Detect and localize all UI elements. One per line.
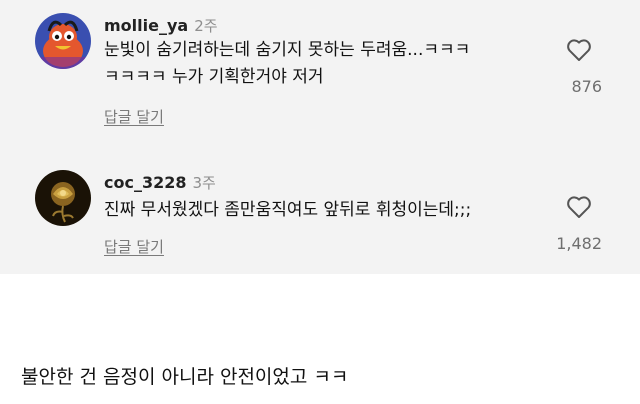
reply-button[interactable]: 답글 달기 — [104, 106, 164, 127]
golden-rose-avatar-icon — [35, 170, 91, 226]
comment-username[interactable]: coc_3228 3주 — [104, 172, 216, 193]
comment-timestamp: 2주 — [194, 17, 218, 35]
caption-text: 불안한 건 음정이 아니라 안전이었고 ㅋㅋ — [21, 366, 349, 388]
username-text[interactable]: mollie_ya — [104, 16, 188, 35]
heart-icon[interactable] — [566, 195, 592, 219]
avatar[interactable] — [35, 170, 91, 226]
comments-panel: mollie_ya 2주 눈빛이 숨기려하는데 숨기지 못하는 두려움...ㅋㅋㅋ… — [0, 0, 640, 274]
like-count: 1,482 — [556, 234, 602, 253]
username-text[interactable]: coc_3228 — [104, 173, 187, 192]
comment-text: 눈빛이 숨기려하는데 숨기지 못하는 두려움...ㅋㅋㅋ ㅋㅋㅋㅋ 누가 기획한… — [104, 40, 471, 87]
avatar[interactable] — [35, 13, 91, 69]
reply-button[interactable]: 답글 달기 — [104, 236, 164, 257]
like-count: 876 — [571, 77, 602, 96]
comment-timestamp: 3주 — [192, 174, 216, 192]
heart-icon[interactable] — [566, 38, 592, 62]
cartoon-character-avatar-icon — [35, 13, 91, 69]
comment-username[interactable]: mollie_ya 2주 — [104, 15, 218, 36]
comment-text: 진짜 무서웠겠다 좀만움직여도 앞뒤로 휘청이는데;;; — [104, 200, 472, 220]
